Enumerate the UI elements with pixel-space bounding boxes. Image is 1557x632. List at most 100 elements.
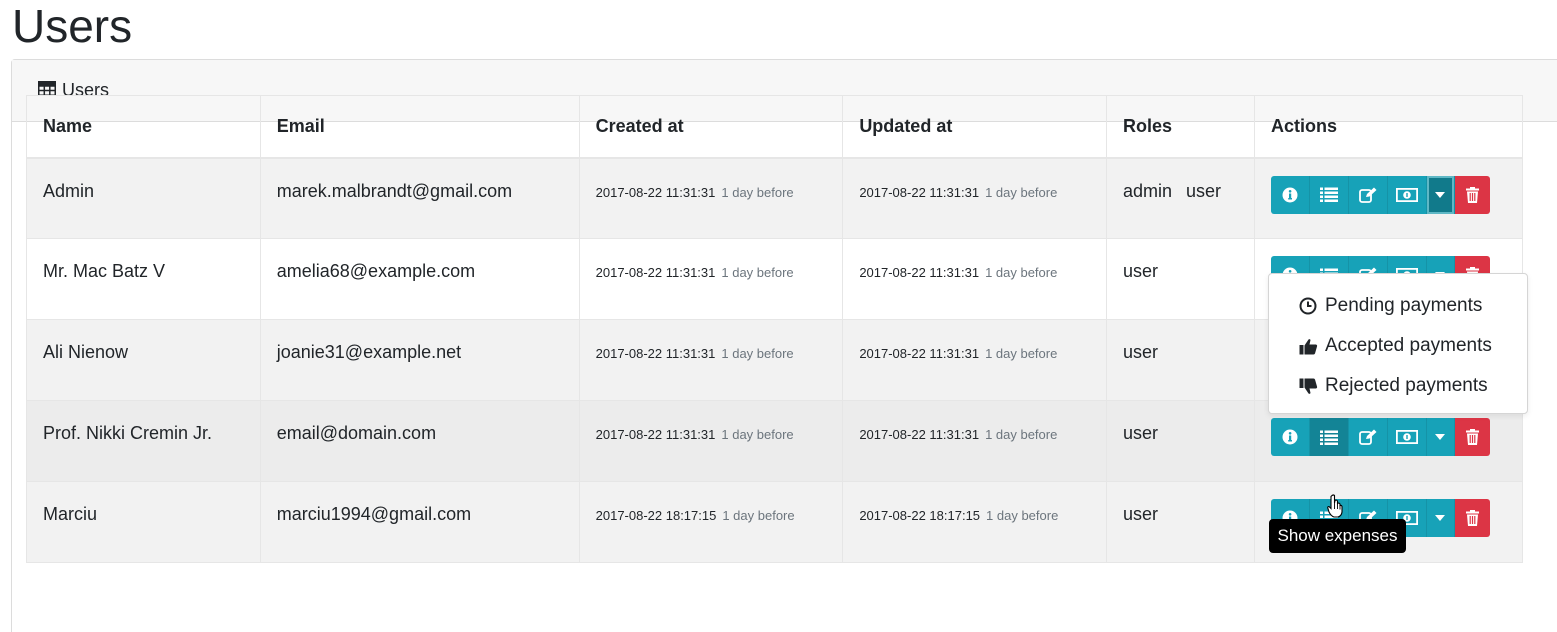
edit-button[interactable] bbox=[1348, 418, 1388, 456]
trash-icon bbox=[1465, 186, 1479, 203]
cell-name: Ali Nienow bbox=[26, 319, 261, 401]
payments-button[interactable] bbox=[1387, 418, 1427, 456]
role-badge: user bbox=[1123, 261, 1159, 281]
column-header-updated-at[interactable]: Updated at bbox=[842, 95, 1107, 159]
cell-roles: admin user bbox=[1106, 157, 1255, 239]
dropdown-item-pending-payments[interactable]: Pending payments bbox=[1269, 286, 1527, 326]
dropdown-item-label: Accepted payments bbox=[1325, 335, 1492, 356]
dropdown-item-label: Pending payments bbox=[1325, 295, 1483, 316]
clock-icon bbox=[1299, 297, 1319, 315]
thumbs-down-icon bbox=[1299, 378, 1319, 395]
caret-down-icon bbox=[1435, 191, 1446, 198]
created-date: 2017-08-22 11:31:31 bbox=[595, 184, 716, 200]
cell-updated-at: 2017-08-22 11:31:31 1 day before bbox=[842, 400, 1107, 482]
money-icon bbox=[1395, 187, 1418, 202]
cell-email: joanie31@example.net bbox=[259, 319, 580, 401]
created-relative: 1 day before bbox=[721, 265, 794, 280]
created-date: 2017-08-22 11:31:31 bbox=[595, 346, 716, 361]
cell-email: amelia68@example.com bbox=[259, 238, 580, 320]
cell-updated-at: 2017-08-22 11:31:31 1 day before bbox=[842, 238, 1107, 320]
page-title: Users bbox=[12, 0, 133, 52]
updated-date: 2017-08-22 11:31:31 bbox=[859, 346, 980, 361]
updated-relative: 1 day before bbox=[985, 346, 1058, 361]
edit-icon bbox=[1359, 429, 1377, 445]
role-badge: user bbox=[1123, 504, 1159, 524]
dropdown-item-label: Rejected payments bbox=[1325, 375, 1488, 396]
role-badge: user bbox=[1123, 423, 1159, 443]
created-relative: 1 day before bbox=[721, 184, 794, 200]
role-badge: admin bbox=[1123, 180, 1173, 201]
payments-dropdown-toggle[interactable] bbox=[1426, 418, 1455, 456]
actions-button-group bbox=[1270, 175, 1506, 214]
column-header-name[interactable]: Name bbox=[26, 95, 261, 159]
cell-created-at: 2017-08-22 11:31:31 1 day before bbox=[578, 238, 844, 320]
cell-name: Marciu bbox=[26, 481, 261, 563]
cell-roles: user bbox=[1106, 319, 1255, 401]
cell-roles: user bbox=[1106, 238, 1255, 320]
show-expenses-button[interactable] bbox=[1309, 175, 1349, 214]
created-relative: 1 day before bbox=[722, 508, 795, 523]
hand-cursor-icon bbox=[1327, 494, 1343, 523]
updated-relative: 1 day before bbox=[986, 508, 1059, 523]
dropdown-item-rejected-payments[interactable]: Rejected payments bbox=[1269, 366, 1527, 406]
cell-created-at: 2017-08-22 11:31:31 1 day before bbox=[578, 319, 844, 401]
caret-down-icon bbox=[1435, 515, 1446, 521]
payments-dropdown-menu: Pending payments Accepted payments Rejec… bbox=[1268, 273, 1528, 414]
updated-date: 2017-08-22 11:31:31 bbox=[859, 265, 980, 280]
info-icon bbox=[1282, 429, 1298, 445]
created-relative: 1 day before bbox=[721, 346, 794, 361]
column-header-actions: Actions bbox=[1253, 95, 1524, 159]
updated-date: 2017-08-22 18:17:15 bbox=[859, 508, 981, 523]
cell-actions bbox=[1253, 157, 1524, 239]
role-badge: user bbox=[1186, 180, 1222, 201]
column-header-roles: Roles bbox=[1106, 95, 1255, 159]
trash-icon bbox=[1465, 429, 1479, 445]
cell-email: email@domain.com bbox=[259, 400, 580, 482]
cell-created-at: 2017-08-22 11:31:31 1 day before bbox=[578, 400, 844, 482]
table-header-row: Name Email Created at Updated at Roles A… bbox=[26, 95, 1524, 159]
show-expenses-button[interactable] bbox=[1309, 418, 1349, 456]
show-expenses-tooltip: Show expenses bbox=[1269, 519, 1406, 553]
updated-relative: 1 day before bbox=[985, 184, 1058, 200]
column-header-created-at[interactable]: Created at bbox=[578, 95, 844, 159]
payments-dropdown-toggle[interactable] bbox=[1426, 499, 1455, 537]
actions-button-group bbox=[1270, 418, 1506, 456]
thumbs-up-icon bbox=[1299, 338, 1319, 355]
delete-button[interactable] bbox=[1454, 499, 1490, 537]
list-icon bbox=[1319, 187, 1338, 202]
cell-updated-at: 2017-08-22 11:31:31 1 day before bbox=[842, 157, 1107, 239]
info-icon bbox=[1282, 187, 1298, 203]
delete-button[interactable] bbox=[1454, 418, 1490, 456]
created-relative: 1 day before bbox=[721, 427, 794, 442]
trash-icon bbox=[1465, 510, 1479, 526]
updated-date: 2017-08-22 11:31:31 bbox=[859, 184, 980, 200]
cell-email: marek.malbrandt@gmail.com bbox=[259, 157, 580, 239]
cell-name: Mr. Mac Batz V bbox=[26, 238, 261, 320]
cell-updated-at: 2017-08-22 18:17:15 1 day before bbox=[842, 481, 1107, 563]
updated-relative: 1 day before bbox=[985, 427, 1058, 442]
created-date: 2017-08-22 18:17:15 bbox=[595, 508, 717, 523]
created-date: 2017-08-22 11:31:31 bbox=[595, 427, 716, 442]
dropdown-item-accepted-payments[interactable]: Accepted payments bbox=[1269, 326, 1527, 366]
list-icon bbox=[1319, 430, 1338, 445]
updated-date: 2017-08-22 11:31:31 bbox=[859, 427, 980, 442]
edit-button[interactable] bbox=[1348, 175, 1388, 214]
created-date: 2017-08-22 11:31:31 bbox=[595, 265, 716, 280]
updated-relative: 1 day before bbox=[985, 265, 1058, 280]
column-header-email[interactable]: Email bbox=[259, 95, 580, 159]
role-badge: user bbox=[1123, 342, 1159, 362]
delete-button[interactable] bbox=[1454, 175, 1490, 214]
money-icon bbox=[1395, 430, 1418, 444]
cell-roles: user bbox=[1106, 400, 1255, 482]
payments-button[interactable] bbox=[1387, 175, 1427, 214]
cell-name: Admin bbox=[26, 157, 261, 239]
info-button[interactable] bbox=[1270, 418, 1310, 456]
info-button[interactable] bbox=[1270, 175, 1310, 214]
cell-email: marciu1994@gmail.com bbox=[259, 481, 580, 563]
caret-down-icon bbox=[1435, 434, 1446, 440]
payments-dropdown-toggle[interactable] bbox=[1426, 175, 1455, 214]
cell-created-at: 2017-08-22 11:31:31 1 day before bbox=[578, 157, 844, 239]
cell-roles: user bbox=[1106, 481, 1255, 563]
edit-icon bbox=[1359, 187, 1377, 203]
cell-updated-at: 2017-08-22 11:31:31 1 day before bbox=[842, 319, 1107, 401]
